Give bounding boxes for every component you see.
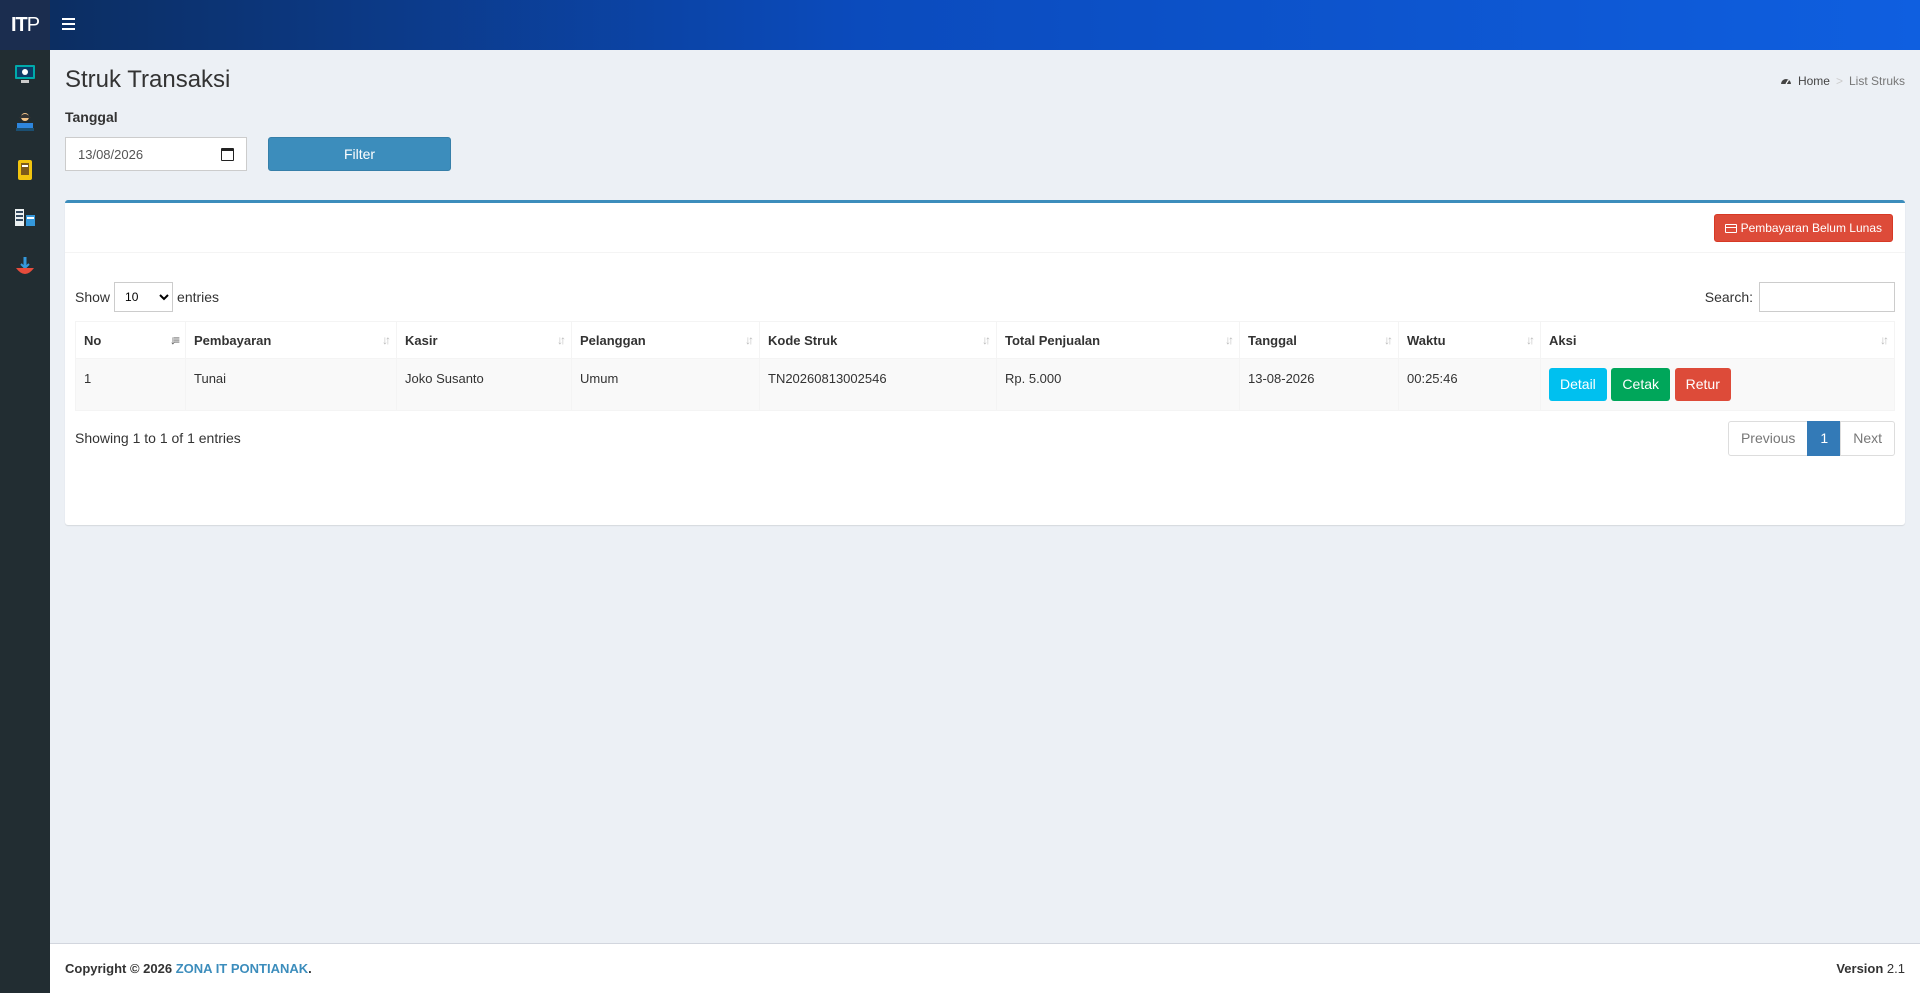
date-input[interactable]: 13/08/2026 [65, 137, 247, 171]
receipt-list-box: Pembayaran Belum Lunas Show 10 entries S… [65, 200, 1905, 525]
cell-pelanggan: Umum [571, 358, 760, 411]
cell-tanggal: 13-08-2026 [1239, 358, 1399, 411]
column-header-tanggal[interactable]: Tanggal ↓↑ [1239, 321, 1399, 359]
column-header-total-penjualan[interactable]: Total Penjualan ↓↑ [996, 321, 1240, 359]
sort-icon: ↓↑ [1880, 333, 1889, 347]
breadcrumb-home[interactable]: Home [1798, 74, 1830, 88]
sort-icon: ↓↑ [1526, 333, 1535, 347]
print-button[interactable]: Cetak [1611, 368, 1670, 401]
sort-icon: ↓↑ [1384, 333, 1393, 347]
entries-label: entries [177, 289, 220, 305]
version-number: 2.1 [1886, 961, 1905, 976]
unpaid-payments-button[interactable]: Pembayaran Belum Lunas [1713, 214, 1893, 242]
page-1-button[interactable]: 1 [1807, 421, 1842, 456]
sidebar-item-monitor[interactable] [0, 50, 50, 98]
sort-icon: ↓↑ [557, 333, 566, 347]
pagination: Previous 1 Next [1727, 421, 1895, 456]
column-header-no[interactable]: No ↓≡ [75, 321, 186, 359]
breadcrumb-separator: > [1835, 74, 1843, 88]
filter-button[interactable]: Filter [268, 137, 451, 171]
page-title: Struk Transaksi [65, 66, 231, 93]
next-page-button[interactable]: Next [1840, 421, 1895, 456]
cashier-icon [16, 113, 34, 131]
table-info: Showing 1 to 1 of 1 entries [75, 430, 241, 446]
dashboard-icon [1780, 79, 1791, 85]
logo-text-rest: P [26, 13, 40, 36]
cell-no: 1 [75, 358, 186, 411]
sidebar-item-server[interactable] [0, 194, 50, 242]
sort-icon: ↓↑ [982, 333, 991, 347]
page-size-select[interactable]: 10 [114, 282, 174, 312]
sidebar-item-receipt[interactable] [0, 146, 50, 194]
cell-kasir: Joko Susanto [396, 358, 572, 411]
sort-icon: ↓↑ [382, 333, 391, 347]
table-header-row: No ↓≡ Pembayaran ↓↑ Kasir ↓↑ Pelanggan ↓↑ Ko… [75, 321, 1895, 359]
sort-icon: ↓↑ [1225, 333, 1234, 347]
column-header-aksi[interactable]: Aksi ↓↑ [1540, 321, 1895, 359]
breadcrumb: Home > List Struks [1780, 74, 1905, 88]
cell-kode-struk: TN20260813002546 [759, 358, 997, 411]
column-header-pembayaran[interactable]: Pembayaran ↓↑ [185, 321, 397, 359]
search-control: Search: [1705, 282, 1895, 312]
version-info: Version 2.1 [1836, 961, 1905, 976]
sort-asc-icon: ↓≡ [169, 333, 180, 347]
sort-icon: ↓↑ [745, 333, 754, 347]
credit-card-icon [1724, 223, 1737, 233]
sidebar-item-cashier[interactable] [0, 98, 50, 146]
cell-total-penjualan: Rp. 5.000 [996, 358, 1240, 411]
show-label: Show [75, 289, 111, 305]
cell-pembayaran: Tunai [185, 358, 397, 411]
previous-page-button[interactable]: Previous [1727, 421, 1809, 456]
date-input-value: 13/08/2026 [78, 146, 144, 162]
return-button[interactable]: Retur [1674, 368, 1731, 401]
calendar-icon[interactable] [221, 147, 234, 161]
box-header: Pembayaran Belum Lunas [65, 203, 1905, 253]
unpaid-payments-label: Pembayaran Belum Lunas [1740, 221, 1882, 235]
search-label: Search: [1704, 289, 1753, 305]
column-header-kasir[interactable]: Kasir ↓↑ [396, 321, 572, 359]
server-icon [15, 209, 35, 226]
column-header-waktu[interactable]: Waktu ↓↑ [1398, 321, 1541, 359]
return-icon [16, 257, 34, 274]
search-input[interactable] [1759, 282, 1895, 312]
company-link[interactable]: ZONA IT PONTIANAK [176, 961, 308, 976]
column-header-kode-struk[interactable]: Kode Struk ↓↑ [759, 321, 997, 359]
logo-text-bold: IT [10, 13, 28, 36]
receipts-table: No ↓≡ Pembayaran ↓↑ Kasir ↓↑ Pelanggan ↓↑ Ko… [75, 321, 1895, 411]
monitor-icon [15, 65, 35, 83]
date-label: Tanggal [65, 109, 118, 125]
cell-waktu: 00:25:46 [1398, 358, 1541, 411]
menu-toggle-icon[interactable] [62, 15, 80, 35]
main-content: Struk Transaksi Home > List Struks Tangg… [50, 50, 1920, 943]
footer: Copyright © 2026 ZONA IT PONTIANAK. Vers… [50, 943, 1920, 993]
sidebar [0, 50, 50, 993]
page-size-control: Show 10 entries [75, 282, 219, 312]
detail-button[interactable]: Detail [1549, 368, 1607, 401]
receipt-icon [18, 160, 32, 180]
breadcrumb-current: List Struks [1848, 74, 1905, 88]
sidebar-item-return[interactable] [0, 242, 50, 290]
copyright-text: Copyright © 2026 [65, 961, 173, 976]
version-label: Version [1836, 961, 1884, 976]
app-logo[interactable]: IT P [0, 0, 50, 50]
column-header-pelanggan[interactable]: Pelanggan ↓↑ [571, 321, 760, 359]
top-navbar: IT P [0, 0, 1920, 50]
cell-aksi: Detail Cetak Retur [1540, 358, 1895, 411]
table-row: 1 Tunai Joko Susanto Umum TN202608130025… [75, 358, 1895, 411]
copyright: Copyright © 2026 ZONA IT PONTIANAK. [65, 961, 312, 976]
